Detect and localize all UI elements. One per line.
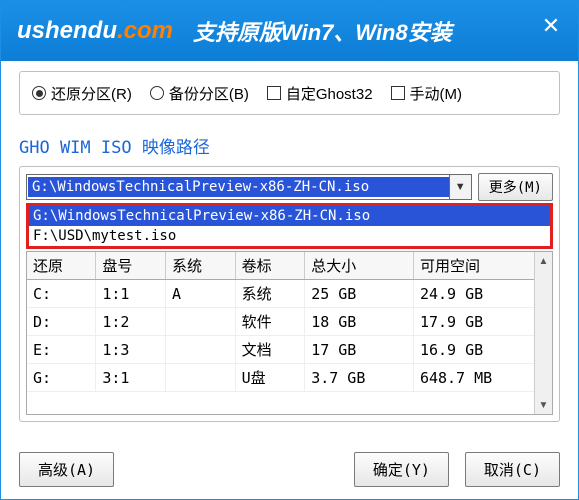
scrollbar[interactable]: ▲ ▼ (534, 252, 552, 414)
cancel-button[interactable]: 取消(C) (465, 452, 560, 487)
radio-dot-icon (150, 86, 164, 100)
cell-total: 17 GB (305, 336, 414, 364)
cell-drive: C: (27, 280, 96, 308)
cell-sys (165, 336, 235, 364)
scroll-down-icon[interactable]: ▼ (535, 396, 552, 414)
scroll-up-icon[interactable]: ▲ (535, 252, 552, 270)
dropdown-item[interactable]: G:\WindowsTechnicalPreview-x86-ZH-CN.iso (29, 206, 550, 226)
main-window: ushendu.com 支持原版Win7、Win8安装 ✕ 还原分区(R) 备份… (0, 0, 579, 500)
checkbox-custom-ghost[interactable]: 自定Ghost32 (267, 83, 373, 104)
cell-total: 18 GB (305, 308, 414, 336)
combo-selected-text: G:\WindowsTechnicalPreview-x86-ZH-CN.iso (28, 177, 449, 197)
cell-label: 系统 (235, 280, 305, 308)
table-row[interactable]: E:1:3 文档17 GB16.9 GB (27, 336, 552, 364)
col-label[interactable]: 卷标 (235, 252, 305, 280)
image-path-label: GHO WIM ISO 映像路径 (19, 133, 560, 158)
image-path-combo[interactable]: G:\WindowsTechnicalPreview-x86-ZH-CN.iso… (26, 174, 472, 200)
cell-sys (165, 364, 235, 392)
radio-backup[interactable]: 备份分区(B) (150, 83, 249, 104)
table-row[interactable]: D:1:2 软件18 GB17.9 GB (27, 308, 552, 336)
logo: ushendu.com (9, 19, 181, 43)
more-button[interactable]: 更多(M) (478, 173, 553, 201)
footer: 高级(A) 确定(Y) 取消(C) (19, 452, 560, 487)
dropdown-item[interactable]: F:\USD\mytest.iso (29, 226, 550, 246)
cell-sys (165, 308, 235, 336)
col-sys[interactable]: 系统 (165, 252, 235, 280)
col-total[interactable]: 总大小 (305, 252, 414, 280)
checkbox-label: 手动(M) (410, 83, 463, 104)
cell-label: 软件 (235, 308, 305, 336)
logo-suffix: .com (117, 17, 173, 44)
cell-free: 24.9 GB (413, 280, 551, 308)
mode-selector: 还原分区(R) 备份分区(B) 自定Ghost32 手动(M) (19, 71, 560, 115)
checkbox-icon (267, 86, 281, 100)
checkbox-manual[interactable]: 手动(M) (391, 83, 463, 104)
radio-label: 备份分区(B) (169, 83, 249, 104)
cell-disk: 1:1 (96, 280, 166, 308)
advanced-button[interactable]: 高级(A) (19, 452, 114, 487)
cell-total: 25 GB (305, 280, 414, 308)
cell-drive: E: (27, 336, 96, 364)
cell-label: U盘 (235, 364, 305, 392)
cell-sys: A (165, 280, 235, 308)
radio-label: 还原分区(R) (51, 83, 132, 104)
cell-disk: 1:3 (96, 336, 166, 364)
cell-free: 17.9 GB (413, 308, 551, 336)
image-path-dropdown: G:\WindowsTechnicalPreview-x86-ZH-CN.iso… (26, 203, 553, 249)
table-row[interactable]: G:3:1 U盘3.7 GB648.7 MB (27, 364, 552, 392)
banner-text: 支持原版Win7、Win8安装 (193, 15, 452, 47)
titlebar: ushendu.com 支持原版Win7、Win8安装 ✕ (1, 1, 578, 61)
logo-text: ushendu (17, 17, 117, 44)
col-disk[interactable]: 盘号 (96, 252, 166, 280)
col-free[interactable]: 可用空间 (413, 252, 551, 280)
table-header-row: 还原 盘号 系统 卷标 总大小 可用空间 (27, 252, 552, 280)
checkbox-label: 自定Ghost32 (286, 83, 373, 104)
close-icon[interactable]: ✕ (538, 15, 564, 41)
cell-label: 文档 (235, 336, 305, 364)
cell-drive: G: (27, 364, 96, 392)
cell-disk: 3:1 (96, 364, 166, 392)
checkbox-icon (391, 86, 405, 100)
cell-drive: D: (27, 308, 96, 336)
cell-free: 16.9 GB (413, 336, 551, 364)
table-row[interactable]: C:1:1A系统25 GB24.9 GB (27, 280, 552, 308)
radio-restore[interactable]: 还原分区(R) (32, 83, 132, 104)
cell-disk: 1:2 (96, 308, 166, 336)
ok-button[interactable]: 确定(Y) (354, 452, 449, 487)
radio-dot-icon (32, 86, 46, 100)
chevron-down-icon[interactable]: ▼ (449, 175, 471, 199)
col-restore[interactable]: 还原 (27, 252, 96, 280)
cell-total: 3.7 GB (305, 364, 414, 392)
image-path-box: G:\WindowsTechnicalPreview-x86-ZH-CN.iso… (19, 166, 560, 422)
partition-table: 还原 盘号 系统 卷标 总大小 可用空间 C:1:1A系统25 GB24.9 G… (26, 251, 553, 415)
cell-free: 648.7 MB (413, 364, 551, 392)
